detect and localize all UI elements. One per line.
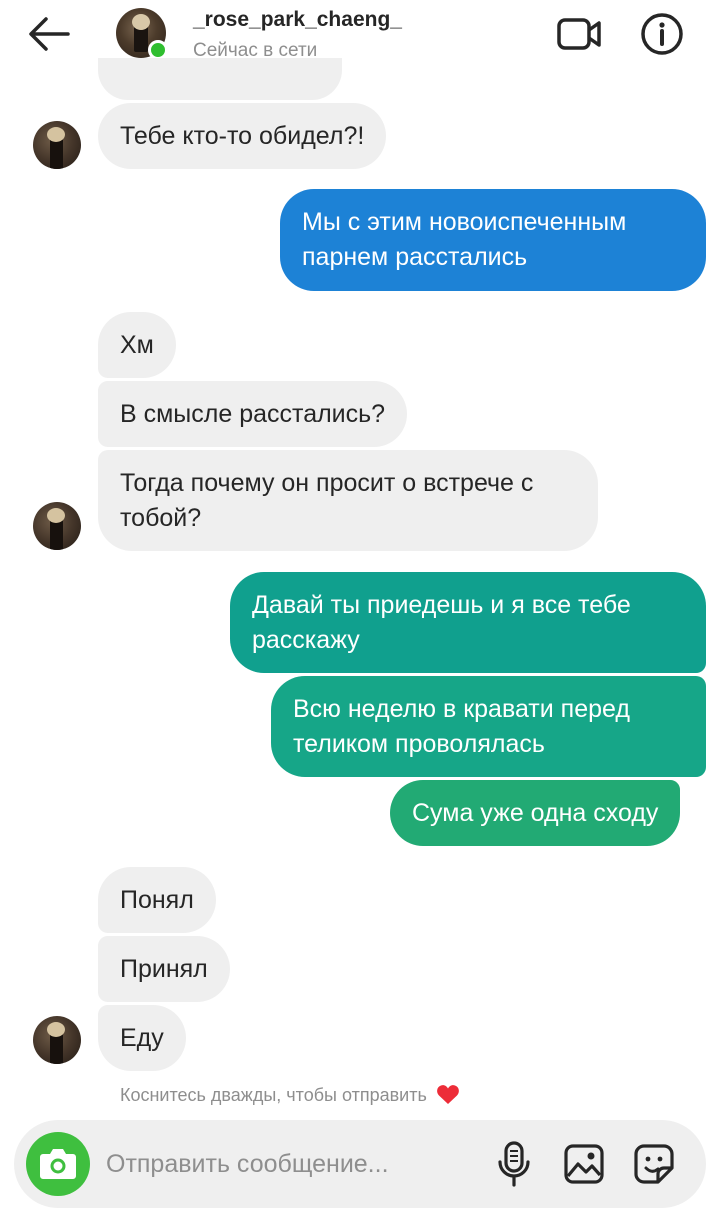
message-text: Принял — [120, 955, 208, 983]
video-camera-icon — [557, 18, 601, 50]
message-outgoing[interactable]: Сума уже одна сходу — [390, 780, 681, 846]
gallery-icon — [564, 1144, 604, 1184]
contact-username[interactable]: _rose_park_chaeng_ — [193, 8, 402, 32]
heart-icon[interactable] — [436, 1083, 460, 1105]
back-arrow-icon — [29, 17, 70, 51]
message-text: Сума уже одна сходу — [412, 799, 659, 827]
message-outgoing[interactable]: Мы с этим новоиспеченным парнем расстали… — [280, 189, 706, 291]
info-button[interactable] — [640, 12, 684, 56]
message-text: Еду — [120, 1024, 164, 1052]
message-incoming[interactable]: Понял — [98, 867, 216, 933]
message-text: Хм — [120, 331, 154, 359]
message-incoming[interactable]: Еду — [98, 1005, 186, 1071]
camera-icon — [40, 1149, 76, 1179]
message-text: Давай ты приедешь и я все тебе расскажу — [252, 591, 638, 654]
message-incoming[interactable]: Хм — [98, 312, 176, 378]
message-incoming[interactable]: Тогда почему он просит о встрече с тобой… — [98, 450, 598, 551]
message-incoming[interactable]: Тебе кто-то обидел?! — [98, 103, 387, 169]
message-text: Понял — [120, 886, 194, 914]
info-icon — [641, 13, 683, 55]
sticker-button[interactable] — [632, 1142, 676, 1186]
sender-avatar — [33, 502, 81, 550]
message-input[interactable] — [106, 1146, 486, 1182]
back-button[interactable] — [26, 14, 72, 54]
message-outgoing[interactable]: Давай ты приедешь и я все тебе расскажу — [230, 572, 706, 673]
sticker-icon — [634, 1144, 674, 1184]
microphone-button[interactable] — [494, 1140, 534, 1188]
double-tap-hint: Коснитесь дважды, чтобы отправить — [120, 1083, 460, 1106]
sender-avatar — [33, 121, 81, 169]
microphone-icon — [498, 1141, 530, 1187]
sender-avatar — [33, 1016, 81, 1064]
online-indicator — [148, 40, 168, 60]
message-composer — [14, 1120, 706, 1208]
camera-button[interactable] — [26, 1132, 90, 1196]
message-text: Тогда почему он просит о встрече с тобой… — [120, 469, 541, 532]
gallery-button[interactable] — [562, 1142, 606, 1186]
message-text: Тебе кто-то обидел?! — [120, 122, 365, 150]
video-call-button[interactable] — [556, 14, 602, 54]
message-bubble-partial — [98, 58, 342, 100]
message-incoming[interactable]: В смысле расстались? — [98, 381, 408, 447]
message-outgoing[interactable]: Всю неделю в кравати перед теликом прово… — [271, 676, 706, 777]
message-incoming[interactable]: Принял — [98, 936, 230, 1002]
message-text: Всю неделю в кравати перед теликом прово… — [293, 695, 637, 758]
hint-text: Коснитесь дважды, чтобы отправить — [120, 1085, 427, 1105]
message-text: В смысле расстались? — [120, 400, 386, 428]
message-text: Мы с этим новоиспеченным парнем расстали… — [302, 208, 634, 271]
